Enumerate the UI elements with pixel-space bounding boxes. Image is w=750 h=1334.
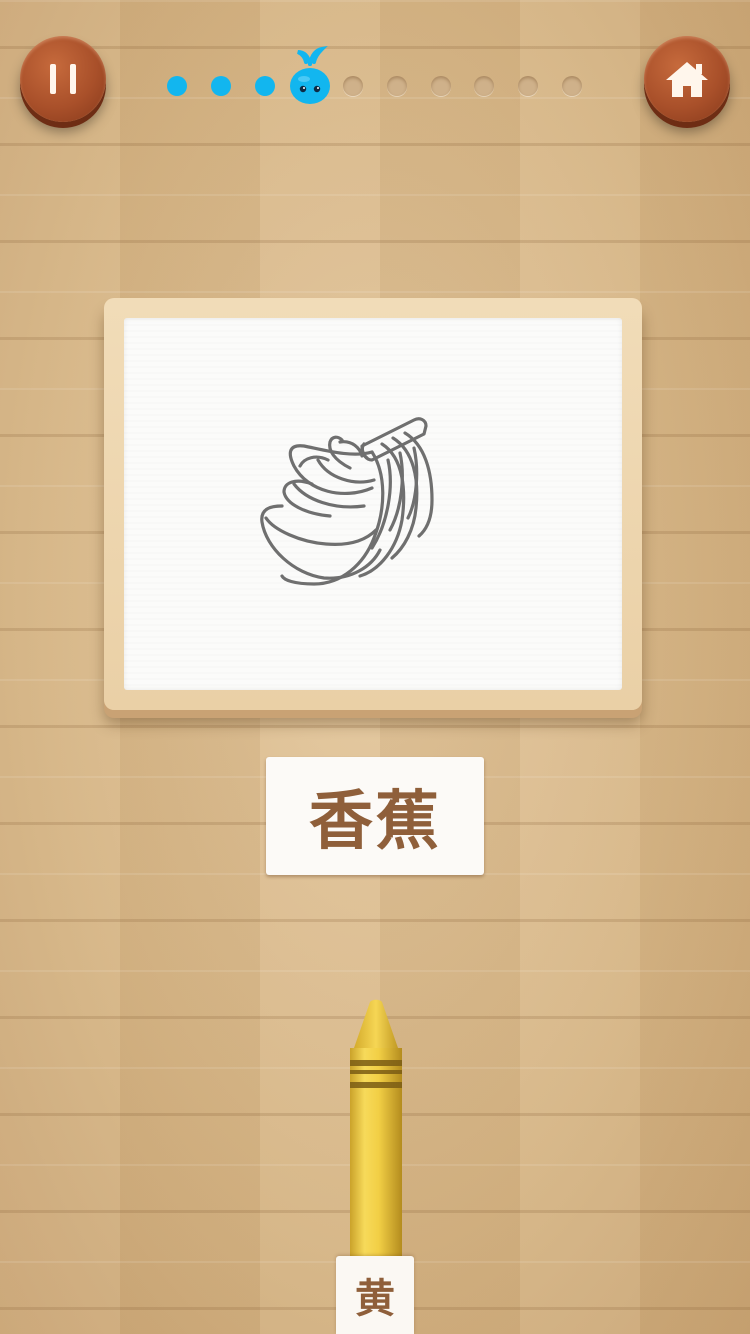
progress-dot-done	[167, 76, 187, 96]
crayon-yellow[interactable]	[346, 998, 406, 1268]
crayon-color-label: 黄	[336, 1256, 414, 1334]
whale-icon	[290, 45, 330, 104]
progress-dot-pending	[387, 76, 407, 96]
progress-dot-pending	[431, 76, 451, 96]
drawing-board	[104, 298, 642, 710]
home-button[interactable]	[644, 36, 730, 122]
banana-bunch-outline	[260, 417, 434, 586]
coloring-canvas[interactable]	[124, 318, 622, 690]
home-icon	[666, 62, 708, 97]
word-card: 香蕉	[266, 757, 484, 875]
pause-icon	[50, 64, 76, 94]
progress-dot-pending	[518, 76, 538, 96]
level-progress	[160, 45, 600, 108]
progress-dot-done	[211, 76, 231, 96]
progress-dot-pending	[562, 76, 582, 96]
progress-dot-pending	[343, 76, 363, 96]
crayon-color-name: 黄	[355, 1276, 395, 1322]
progress-dot-done	[255, 76, 275, 96]
word-label: 香蕉	[309, 785, 441, 859]
progress-dot-pending	[474, 76, 494, 96]
pause-button[interactable]	[20, 36, 106, 122]
